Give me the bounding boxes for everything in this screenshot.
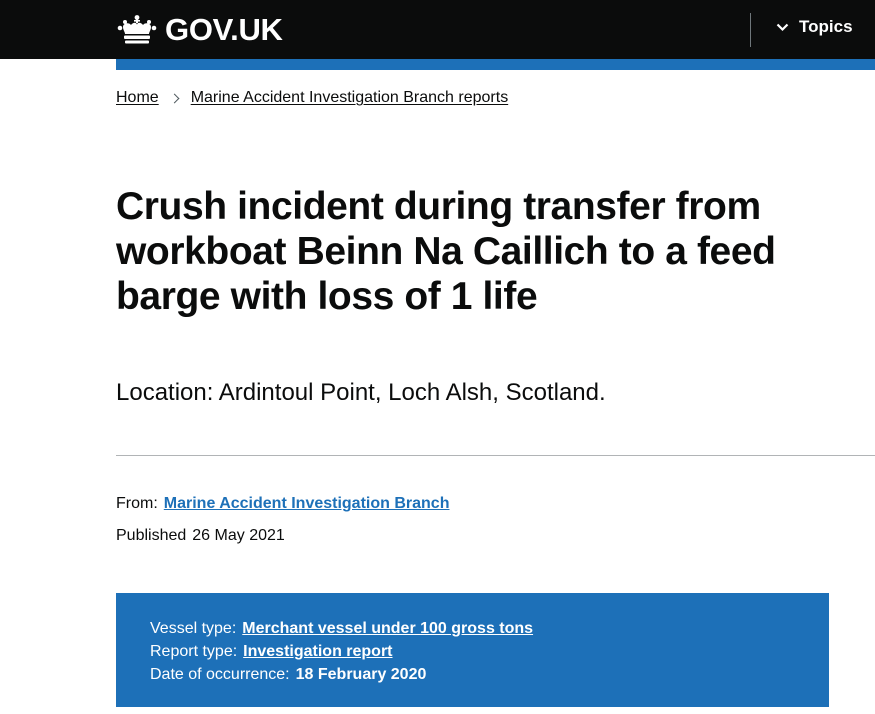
header-blue-bar bbox=[116, 59, 875, 70]
report-type-row: Report type: Investigation report bbox=[150, 640, 795, 663]
page-lede: Location: Ardintoul Point, Loch Alsh, Sc… bbox=[116, 379, 606, 406]
chevron-down-icon bbox=[776, 23, 789, 31]
date-of-occurrence-row: Date of occurrence: 18 February 2020 bbox=[150, 663, 795, 686]
published-date: 26 May 2021 bbox=[192, 527, 285, 544]
published-label: Published bbox=[116, 527, 187, 544]
topics-label: Topics bbox=[799, 17, 853, 36]
from-metadata: From: Marine Accident Investigation Branc… bbox=[116, 493, 449, 515]
organisation-link[interactable]: Marine Accident Investigation Branch bbox=[164, 495, 450, 512]
date-of-occurrence-label: Date of occurrence: bbox=[150, 666, 290, 683]
breadcrumb-home-link[interactable]: Home bbox=[116, 89, 159, 107]
published-metadata: Published 26 May 2021 bbox=[116, 525, 285, 547]
report-type-link[interactable]: Investigation report bbox=[243, 643, 392, 660]
breadcrumb-maib-reports-link[interactable]: Marine Accident Investigation Branch rep… bbox=[191, 89, 509, 107]
vessel-type-row: Vessel type: Merchant vessel under 100 gr… bbox=[150, 617, 795, 640]
from-label: From: bbox=[116, 495, 158, 512]
vessel-type-label: Vessel type: bbox=[150, 620, 237, 637]
page-title: Crush incident during transfer from work… bbox=[116, 185, 776, 318]
section-divider bbox=[116, 455, 875, 456]
report-type-label: Report type: bbox=[150, 643, 238, 660]
topics-button[interactable]: Topics bbox=[776, 17, 853, 37]
vessel-type-link[interactable]: Merchant vessel under 100 gross tons bbox=[242, 620, 533, 637]
chevron-right-icon bbox=[169, 93, 180, 103]
breadcrumb: Home Marine Accident Investigation Branc… bbox=[116, 89, 508, 107]
report-details-box: Vessel type: Merchant vessel under 100 gr… bbox=[116, 593, 829, 707]
govuk-logo-link[interactable]: GOV.UK bbox=[116, 12, 283, 48]
date-of-occurrence-value: 18 February 2020 bbox=[295, 666, 427, 683]
header-divider bbox=[750, 13, 751, 47]
logo-text: GOV.UK bbox=[165, 12, 283, 47]
site-header: GOV.UK Topics bbox=[0, 0, 875, 59]
crown-icon bbox=[117, 15, 157, 44]
